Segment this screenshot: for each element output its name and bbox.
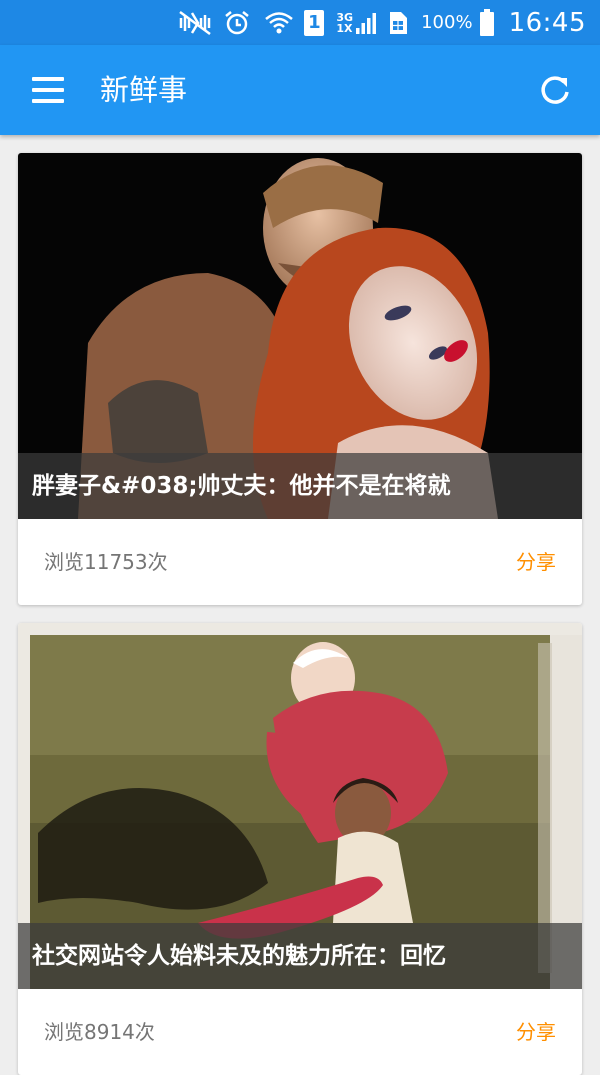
page-title: 新鲜事 — [100, 73, 188, 107]
signal-icon: 3G 1X — [336, 11, 377, 35]
menu-button[interactable] — [24, 69, 70, 111]
sim-1-icon: 1 — [304, 9, 325, 36]
article-image[interactable]: 社交网站令人始料未及的魅力所在：回忆 — [18, 623, 582, 989]
status-icons: 1 3G 1X 100% 16:45 — [178, 0, 600, 45]
article-card[interactable]: 社交网站令人始料未及的魅力所在：回忆 浏览8914次 分享 — [18, 623, 582, 1075]
battery-icon — [479, 8, 495, 37]
sim-card-icon — [387, 10, 409, 36]
sim-slot-label: 1 — [304, 9, 325, 36]
network-type-bottom: 1X — [336, 21, 353, 35]
article-caption: 社交网站令人始料未及的魅力所在：回忆 — [18, 923, 582, 989]
menu-icon-bar — [32, 99, 64, 103]
share-button[interactable]: 分享 — [516, 519, 556, 605]
share-button[interactable]: 分享 — [516, 989, 556, 1075]
wifi-icon — [264, 10, 294, 36]
battery-percent: 100% — [421, 12, 473, 33]
menu-icon-bar — [32, 88, 64, 92]
article-footer: 浏览11753次 分享 — [18, 519, 582, 605]
app-bar: 新鲜事 — [0, 45, 600, 135]
menu-icon — [32, 77, 64, 81]
article-title: 社交网站令人始料未及的魅力所在：回忆 — [32, 943, 446, 969]
alarm-icon — [224, 10, 250, 36]
refresh-icon — [541, 76, 569, 104]
clock: 16:45 — [508, 7, 586, 38]
article-card[interactable]: 胖妻子&#038;帅丈夫：他并不是在将就 浏览11753次 分享 — [18, 153, 582, 605]
view-count: 浏览8914次 — [44, 1020, 155, 1044]
article-title: 胖妻子&#038;帅丈夫：他并不是在将就 — [32, 473, 451, 499]
network-type-top: 3G — [336, 10, 354, 24]
mute-icon — [178, 10, 212, 36]
article-image[interactable]: 胖妻子&#038;帅丈夫：他并不是在将就 — [18, 153, 582, 519]
article-caption: 胖妻子&#038;帅丈夫：他并不是在将就 — [18, 453, 582, 519]
view-count: 浏览11753次 — [44, 550, 168, 574]
status-bar: 1 3G 1X 100% 16:45 — [0, 0, 600, 45]
refresh-button[interactable] — [532, 67, 578, 113]
article-footer: 浏览8914次 分享 — [18, 989, 582, 1075]
